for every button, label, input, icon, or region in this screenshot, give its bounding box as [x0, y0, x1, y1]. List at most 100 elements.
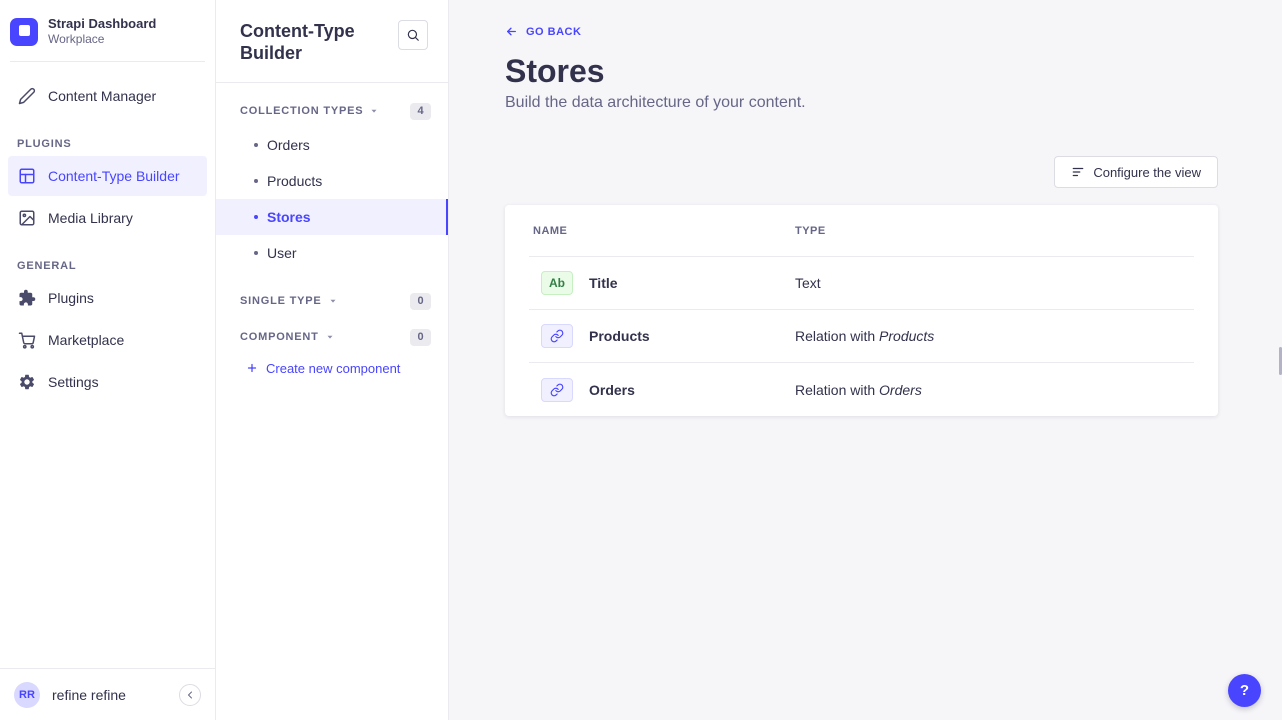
layout-grid-icon: [17, 166, 37, 186]
panel-header: Content-Type Builder: [216, 0, 448, 74]
sidebar-nav: Content Manager PLUGINS Content-Type Bui…: [0, 62, 215, 402]
bullet-icon: [254, 143, 258, 147]
collection-type-item-stores[interactable]: Stores: [216, 199, 448, 235]
sidebar-item-label: Plugins: [48, 290, 94, 306]
table-row[interactable]: Ab Title Text: [529, 257, 1194, 310]
search-icon: [406, 28, 420, 42]
sidebar-item-label: Content Manager: [48, 88, 156, 104]
field-type-cell: Relation with Orders: [791, 382, 1194, 398]
brand-subtitle: Workplace: [48, 32, 156, 47]
sidebar-item-media-library[interactable]: Media Library: [8, 198, 207, 238]
section-label-plugins: PLUGINS: [17, 138, 198, 150]
field-type: Text: [795, 275, 821, 291]
chevron-down-icon: [325, 332, 335, 342]
field-name-cell: Orders: [529, 378, 791, 402]
chevron-down-icon: [369, 106, 379, 116]
component-count: 0: [410, 329, 431, 346]
pencil-icon: [17, 86, 37, 106]
sidebar-item-content-type-builder[interactable]: Content-Type Builder: [8, 156, 207, 196]
collection-type-label: Stores: [267, 209, 311, 225]
section-label-general: GENERAL: [17, 260, 198, 272]
main-sidebar: Strapi Dashboard Workplace Content Manag…: [0, 0, 216, 720]
field-type-cell: Text: [791, 275, 1194, 291]
field-type-target: Products: [879, 328, 934, 344]
collection-type-label: Products: [267, 173, 322, 189]
field-type-cell: Relation with Products: [791, 328, 1194, 344]
create-new-component-label: Create new component: [266, 361, 400, 376]
image-icon: [17, 208, 37, 228]
collapse-sidebar-button[interactable]: [179, 684, 201, 706]
sidebar-item-label: Marketplace: [48, 332, 124, 348]
brand-text: Strapi Dashboard Workplace: [48, 16, 156, 47]
search-button[interactable]: [398, 20, 428, 50]
collection-type-item-products[interactable]: Products: [216, 163, 448, 199]
single-type-toggle[interactable]: SINGLE TYPE 0: [216, 285, 448, 317]
sidebar-item-plugins[interactable]: Plugins: [8, 278, 207, 318]
page-subtitle: Build the data architecture of your cont…: [505, 94, 1218, 112]
arrow-left-icon: [505, 25, 518, 38]
puzzle-icon: [17, 288, 37, 308]
toolbar: Configure the view: [505, 156, 1218, 188]
bullet-icon: [254, 179, 258, 183]
group-label: COLLECTION TYPES: [240, 105, 363, 117]
help-button[interactable]: ?: [1228, 674, 1261, 707]
brand[interactable]: Strapi Dashboard Workplace: [0, 0, 215, 61]
configure-view-label: Configure the view: [1093, 165, 1201, 180]
table-header: NAME TYPE: [529, 205, 1194, 257]
go-back-label: GO BACK: [526, 26, 581, 38]
field-name-cell: Products: [529, 324, 791, 348]
sidebar-item-label: Settings: [48, 374, 99, 390]
collection-type-item-user[interactable]: User: [216, 235, 448, 271]
avatar[interactable]: RR: [14, 682, 40, 708]
component-toggle[interactable]: COMPONENT 0: [216, 321, 448, 353]
configure-view-button[interactable]: Configure the view: [1054, 156, 1218, 188]
field-name: Products: [589, 328, 650, 344]
relation-link-icon: [541, 378, 573, 402]
field-name: Orders: [589, 382, 635, 398]
field-name-cell: Ab Title: [529, 271, 791, 295]
shopping-cart-icon: [17, 330, 37, 350]
divider: [216, 82, 448, 83]
field-name: Title: [589, 275, 618, 291]
collection-type-label: User: [267, 245, 297, 261]
page-title: Stores: [505, 52, 1218, 90]
text-field-icon: Ab: [541, 271, 573, 295]
collection-type-item-orders[interactable]: Orders: [216, 127, 448, 163]
chevron-left-icon: [184, 689, 196, 701]
collection-type-label: Orders: [267, 137, 310, 153]
group-label: COMPONENT: [240, 331, 319, 343]
go-back-link[interactable]: GO BACK: [505, 25, 581, 38]
panel-title: Content-Type Builder: [240, 20, 395, 64]
sidebar-item-marketplace[interactable]: Marketplace: [8, 320, 207, 360]
collection-types-count: 4: [410, 103, 431, 120]
field-type: Relation with: [795, 382, 879, 398]
table-row[interactable]: Products Relation with Products: [529, 310, 1194, 363]
user-name: refine refine: [52, 687, 126, 703]
bullet-icon: [254, 251, 258, 255]
main-content: GO BACK Stores Build the data architectu…: [449, 0, 1282, 720]
collection-types-toggle[interactable]: COLLECTION TYPES 4: [216, 95, 448, 127]
content-type-builder-panel: Content-Type Builder COLLECTION TYPES 4 …: [216, 0, 449, 720]
sidebar-item-label: Content-Type Builder: [48, 168, 180, 184]
chevron-down-icon: [328, 296, 338, 306]
gear-icon: [17, 372, 37, 392]
table-row[interactable]: Orders Relation with Orders: [529, 363, 1194, 416]
brand-title: Strapi Dashboard: [48, 16, 156, 32]
field-type: Relation with: [795, 328, 879, 344]
sidebar-item-label: Media Library: [48, 210, 133, 226]
sidebar-item-settings[interactable]: Settings: [8, 362, 207, 402]
fields-table: NAME TYPE Ab Title Text Products: [505, 205, 1218, 416]
column-header-type: TYPE: [791, 225, 1194, 237]
filter-lines-icon: [1071, 165, 1085, 179]
field-type-target: Orders: [879, 382, 922, 398]
bullet-icon: [254, 215, 258, 219]
sidebar-item-content-manager[interactable]: Content Manager: [8, 76, 207, 116]
strapi-logo-icon: [10, 18, 38, 46]
column-header-name: NAME: [529, 225, 791, 237]
group-label: SINGLE TYPE: [240, 295, 322, 307]
plus-icon: [246, 362, 258, 374]
single-type-count: 0: [410, 293, 431, 310]
relation-link-icon: [541, 324, 573, 348]
create-new-component-link[interactable]: Create new component: [216, 353, 448, 383]
app-root: Strapi Dashboard Workplace Content Manag…: [0, 0, 1282, 720]
